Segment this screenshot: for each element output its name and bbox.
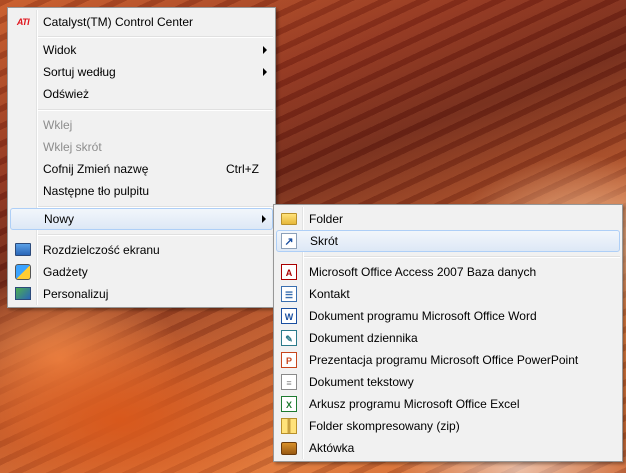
excel-icon: X [281,396,297,412]
menu-item-label: Kontakt [309,287,350,301]
menu-item-view[interactable]: Widok [10,39,273,61]
menu-item-label: Sortuj według [43,65,116,79]
menu-item-paste[interactable]: Wklej [10,114,273,136]
chevron-right-icon [263,68,267,76]
menu-item-label: Gadżety [43,265,88,279]
submenu-item-text-document[interactable]: ≡ Dokument tekstowy [276,371,620,393]
menu-item-label: Wklej skrót [43,140,102,154]
menu-item-personalize[interactable]: Personalizuj [10,283,273,305]
menu-item-label: Microsoft Office Access 2007 Baza danych [309,265,537,279]
monitor-icon [15,243,31,256]
menu-item-undo-rename[interactable]: Cofnij Zmień nazwę Ctrl+Z [10,158,273,180]
ati-icon: ATI [16,17,30,27]
menu-item-label: Dokument dziennika [309,331,418,345]
submenu-item-briefcase[interactable]: Aktówka [276,437,620,459]
chevron-right-icon [262,215,266,223]
submenu-item-contact[interactable]: ☰ Kontakt [276,283,620,305]
access-icon: A [281,264,297,280]
menu-separator [38,109,273,111]
shortcut-icon: ↗ [281,233,297,249]
submenu-item-access-database[interactable]: A Microsoft Office Access 2007 Baza dany… [276,261,620,283]
text-document-icon: ≡ [281,374,297,390]
menu-item-label: Cofnij Zmień nazwę [43,162,149,176]
menu-item-label: Odśwież [43,87,90,101]
menu-item-label: Folder skompresowany (zip) [309,419,460,433]
submenu-item-excel-worksheet[interactable]: X Arkusz programu Microsoft Office Excel [276,393,620,415]
menu-item-label: Catalyst(TM) Control Center [43,15,194,29]
menu-item-refresh[interactable]: Odśwież [10,83,273,105]
menu-item-label: Prezentacja programu Microsoft Office Po… [309,353,579,367]
journal-icon: ✎ [281,330,297,346]
menu-item-new[interactable]: Nowy [10,208,273,230]
submenu-item-zip-folder[interactable]: Folder skompresowany (zip) [276,415,620,437]
menu-item-label: Widok [43,43,77,57]
menu-item-label: Nowy [44,212,75,226]
word-icon: W [281,308,297,324]
menu-item-label: Personalizuj [43,287,109,301]
menu-item-shortcut: Ctrl+Z [226,162,259,176]
menu-item-gadgets[interactable]: Gadżety [10,261,273,283]
new-submenu: Folder ↗ Skrót A Microsoft Office Access… [273,204,623,462]
submenu-item-shortcut[interactable]: ↗ Skrót [276,230,620,252]
menu-item-sort-by[interactable]: Sortuj według [10,61,273,83]
briefcase-icon [281,442,297,455]
menu-item-label: Dokument tekstowy [309,375,414,389]
personalize-icon [15,287,31,300]
menu-separator [304,256,620,258]
submenu-item-powerpoint-presentation[interactable]: P Prezentacja programu Microsoft Office … [276,349,620,371]
menu-separator [38,234,273,236]
menu-item-label: Następne tło pulpitu [43,184,150,198]
menu-item-catalyst-control-center[interactable]: ATI Catalyst(TM) Control Center [10,11,273,33]
powerpoint-icon: P [281,352,297,368]
menu-item-screen-resolution[interactable]: Rozdzielczość ekranu [10,239,273,261]
gadgets-icon [15,264,31,280]
menu-item-label: Arkusz programu Microsoft Office Excel [309,397,520,411]
contact-icon: ☰ [281,286,297,302]
chevron-right-icon [263,46,267,54]
menu-item-label: Aktówka [309,441,355,455]
folder-icon [281,213,297,225]
submenu-item-journal-document[interactable]: ✎ Dokument dziennika [276,327,620,349]
menu-item-label: Dokument programu Microsoft Office Word [309,309,537,323]
menu-item-paste-shortcut[interactable]: Wklej skrót [10,136,273,158]
menu-item-label: Skrót [310,234,339,248]
menu-item-label: Wklej [43,118,73,132]
menu-item-next-desktop-background[interactable]: Następne tło pulpitu [10,180,273,202]
submenu-item-word-document[interactable]: W Dokument programu Microsoft Office Wor… [276,305,620,327]
zip-folder-icon [281,418,297,434]
menu-item-label: Folder [309,212,344,226]
menu-separator [38,36,273,38]
submenu-item-folder[interactable]: Folder [276,208,620,230]
desktop-context-menu: ATI Catalyst(TM) Control Center Widok So… [7,7,276,308]
menu-item-label: Rozdzielczość ekranu [43,243,160,257]
